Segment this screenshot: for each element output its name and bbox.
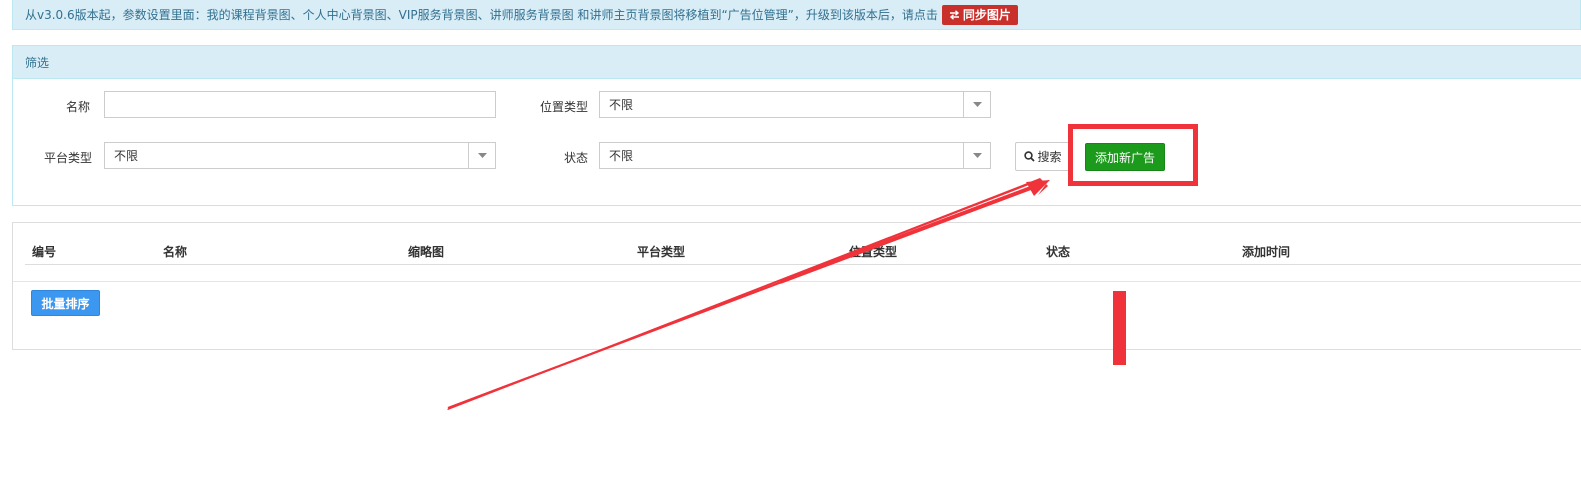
sync-images-label: 同步图片 [962, 8, 1011, 22]
status-select[interactable]: 不限 [599, 142, 991, 169]
position-type-label: 位置类型 [540, 100, 589, 114]
chevron-down-icon [963, 92, 990, 117]
filter-panel: 筛选 [12, 45, 1581, 206]
platform-type-select[interactable]: 不限 [104, 142, 496, 169]
name-input[interactable] [104, 91, 496, 118]
sync-images-button[interactable]: 同步图片 [941, 4, 1018, 25]
status-label: 状态 [564, 151, 589, 165]
column-position-type: 位置类型 [849, 245, 898, 259]
batch-sort-button[interactable]: 批量排序 [31, 290, 100, 316]
platform-type-value: 不限 [114, 149, 139, 163]
table-divider [13, 281, 1581, 282]
search-label: 搜索 [1037, 150, 1062, 164]
column-id: 编号 [32, 245, 57, 259]
name-label: 名称 [66, 100, 91, 114]
search-icon [1024, 151, 1036, 162]
add-new-ad-button[interactable]: 添加新广告 [1085, 143, 1165, 171]
chevron-down-icon [963, 143, 990, 168]
notice-text: 从v3.0.6版本起，参数设置里面：我的课程背景图、个人中心背景图、VIP服务背… [25, 8, 938, 22]
ad-table-panel: 编号 名称 缩略图 平台类型 位置类型 状态 添加时间 批量排序 [12, 222, 1581, 350]
exchange-icon [949, 9, 959, 20]
position-type-select[interactable]: 不限 [599, 91, 991, 118]
column-status: 状态 [1046, 245, 1071, 259]
column-created-time: 添加时间 [1242, 245, 1291, 259]
column-thumbnail: 缩略图 [408, 245, 445, 259]
filter-heading: 筛选 [13, 46, 1581, 79]
chevron-down-icon [468, 143, 495, 168]
column-name: 名称 [163, 245, 188, 259]
upgrade-notice: 从v3.0.6版本起，参数设置里面：我的课程背景图、个人中心背景图、VIP服务背… [12, 0, 1581, 30]
platform-type-label: 平台类型 [44, 151, 93, 165]
column-platform-type: 平台类型 [637, 245, 686, 259]
table-header: 编号 名称 缩略图 平台类型 位置类型 状态 添加时间 [25, 237, 1581, 265]
status-value: 不限 [609, 149, 634, 163]
position-type-value: 不限 [609, 98, 634, 112]
search-button[interactable]: 搜索 [1015, 142, 1071, 171]
